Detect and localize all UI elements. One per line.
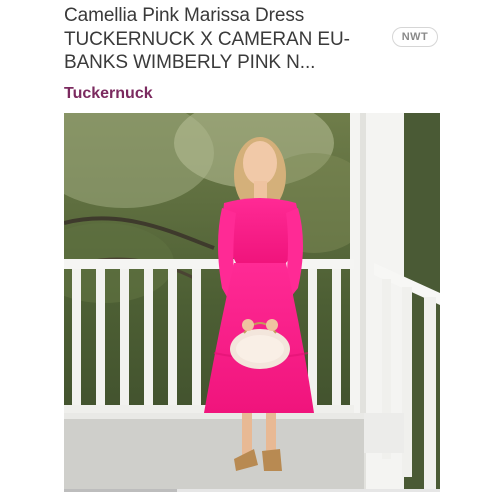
condition-badge: NWT	[392, 27, 438, 47]
title-line-2: TUCKERNUCK X CAMERAN EU-	[64, 28, 350, 50]
image-carousel-indicator	[64, 489, 440, 492]
photo-illustration	[64, 113, 440, 489]
title-line-3: BANKS WIMBERLY PINK N...	[64, 52, 316, 73]
brand-link[interactable]: Tuckernuck	[64, 85, 153, 103]
listing-title[interactable]: Camellia Pink Marissa Dress TUCKERNUCK X…	[64, 4, 384, 75]
title-line-1: Camellia Pink Marissa Dress	[64, 5, 305, 26]
image-carousel-indicator-fill	[64, 489, 177, 492]
listing-card: Camellia Pink Marissa Dress TUCKERNUCK X…	[56, 0, 440, 495]
listing-photo[interactable]	[64, 113, 440, 489]
